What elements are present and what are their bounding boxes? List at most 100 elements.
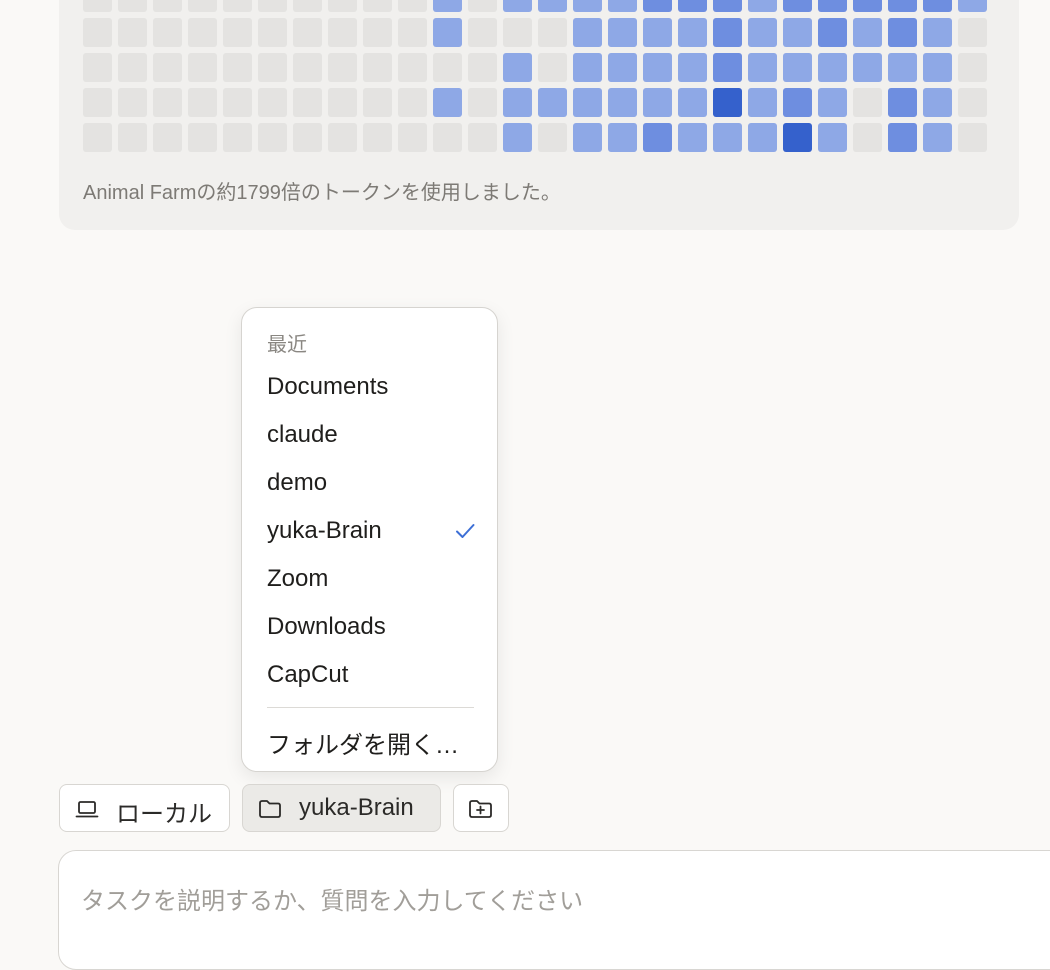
activity-cell — [573, 18, 602, 47]
menu-item-demo[interactable]: demo — [242, 461, 497, 505]
activity-cell — [888, 18, 917, 47]
activity-cell — [328, 53, 357, 82]
menu-item-label: Downloads — [267, 613, 386, 640]
menu-item-yuka-brain[interactable]: yuka-Brain — [242, 509, 497, 553]
activity-cell — [608, 88, 637, 117]
activity-cell — [853, 53, 882, 82]
activity-cell — [468, 18, 497, 47]
activity-cell — [573, 0, 602, 12]
activity-cell — [643, 123, 672, 152]
activity-cell — [678, 123, 707, 152]
activity-cell — [783, 123, 812, 152]
activity-cell — [398, 88, 427, 117]
activity-cell — [853, 18, 882, 47]
activity-cell — [573, 53, 602, 82]
folder-icon — [257, 796, 283, 827]
activity-cell — [223, 0, 252, 12]
activity-cell — [398, 53, 427, 82]
activity-cell — [293, 0, 322, 12]
menu-item-label: yuka-Brain — [267, 517, 382, 544]
add-folder-button[interactable] — [453, 784, 509, 832]
activity-cell — [748, 0, 777, 12]
activity-cell — [818, 123, 847, 152]
activity-cell — [188, 53, 217, 82]
activity-cell — [818, 88, 847, 117]
menu-item-zoom[interactable]: Zoom — [242, 557, 497, 601]
activity-cell — [468, 53, 497, 82]
activity-cell — [888, 88, 917, 117]
activity-cell — [153, 123, 182, 152]
activity-cell — [118, 88, 147, 117]
activity-cell — [83, 18, 112, 47]
activity-cell — [223, 88, 252, 117]
activity-cell — [468, 0, 497, 12]
activity-cell — [538, 53, 567, 82]
activity-cell — [328, 88, 357, 117]
activity-cell — [468, 123, 497, 152]
activity-cell — [223, 123, 252, 152]
prompt-input[interactable]: タスクを説明するか、質問を入力してください — [58, 850, 1050, 970]
open-folder-button[interactable]: フォルダを開く… — [242, 716, 497, 764]
activity-cell — [678, 18, 707, 47]
folder-plus-icon — [467, 796, 495, 827]
activity-cell — [853, 0, 882, 12]
laptop-icon — [74, 796, 100, 827]
menu-item-downloads[interactable]: Downloads — [242, 605, 497, 649]
activity-cell — [713, 18, 742, 47]
folder-label: yuka-Brain — [299, 794, 414, 821]
activity-cell — [818, 53, 847, 82]
activity-cell — [748, 53, 777, 82]
activity-cell — [853, 88, 882, 117]
activity-cell — [468, 88, 497, 117]
activity-cell — [608, 18, 637, 47]
activity-cell — [433, 88, 462, 117]
activity-cell — [923, 53, 952, 82]
activity-cell — [783, 53, 812, 82]
activity-cell — [83, 0, 112, 12]
activity-cell — [328, 123, 357, 152]
activity-cell — [538, 0, 567, 12]
menu-item-documents[interactable]: Documents — [242, 365, 497, 409]
activity-cell — [398, 123, 427, 152]
activity-cell — [923, 18, 952, 47]
activity-cell — [363, 53, 392, 82]
activity-cell — [118, 0, 147, 12]
menu-item-label: CapCut — [267, 661, 349, 688]
activity-cell — [713, 0, 742, 12]
activity-cell — [678, 88, 707, 117]
activity-cell — [83, 123, 112, 152]
activity-cell — [888, 0, 917, 12]
activity-cell — [503, 53, 532, 82]
activity-cell — [958, 53, 987, 82]
activity-cell — [958, 88, 987, 117]
activity-cell — [888, 123, 917, 152]
activity-cell — [118, 53, 147, 82]
activity-cell — [398, 0, 427, 12]
activity-cell — [118, 123, 147, 152]
folder-selector-button[interactable]: yuka-Brain — [242, 784, 441, 832]
activity-cell — [643, 53, 672, 82]
activity-cell — [83, 88, 112, 117]
usage-caption: Animal Farmの約1799倍のトークンを使用しました。 — [83, 182, 561, 204]
activity-cell — [258, 88, 287, 117]
menu-item-capcut[interactable]: CapCut — [242, 653, 497, 697]
activity-cell — [888, 53, 917, 82]
environment-selector-button[interactable]: ローカル — [59, 784, 230, 832]
activity-cell — [153, 0, 182, 12]
activity-cell — [223, 18, 252, 47]
activity-cell — [293, 123, 322, 152]
menu-divider — [267, 707, 474, 708]
menu-item-claude[interactable]: claude — [242, 413, 497, 457]
open-folder-label: フォルダを開く… — [267, 732, 459, 759]
activity-cell — [363, 88, 392, 117]
activity-cell — [608, 123, 637, 152]
activity-cell — [713, 123, 742, 152]
activity-cell — [643, 18, 672, 47]
activity-cell — [503, 88, 532, 117]
activity-cell — [538, 88, 567, 117]
activity-cell — [538, 123, 567, 152]
activity-cell — [958, 18, 987, 47]
activity-cell — [363, 18, 392, 47]
activity-heatmap — [83, 0, 987, 152]
activity-cell — [328, 18, 357, 47]
